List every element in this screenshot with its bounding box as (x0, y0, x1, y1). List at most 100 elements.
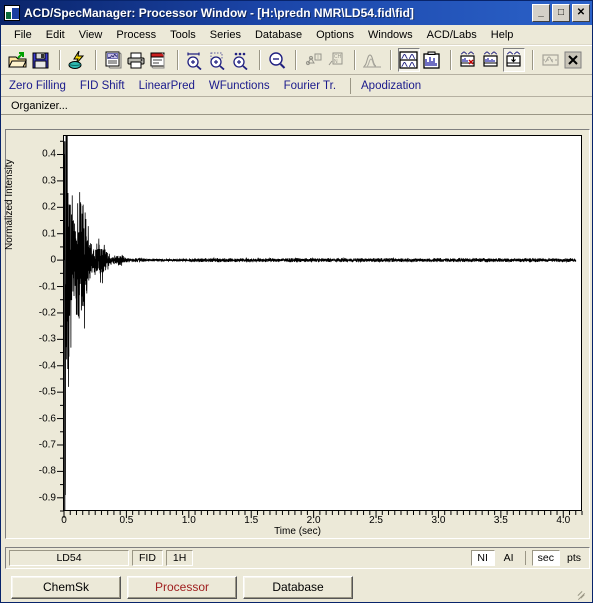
status-indicator-ai[interactable]: AI (497, 550, 521, 566)
status-data-type: FID (132, 550, 163, 566)
resize-grip[interactable] (575, 587, 587, 601)
window-controls: _ □ ✕ (532, 4, 590, 22)
window-title: ACD/SpecManager: Processor Window - [H:\… (24, 6, 532, 20)
status-indicator-sec[interactable]: sec (531, 550, 560, 566)
link-wfunctions[interactable]: WFunctions (209, 80, 270, 92)
x-tick-label: 1.5 (244, 515, 259, 526)
link-apodization[interactable]: Apodization (361, 80, 421, 92)
menu-item-file[interactable]: File (7, 27, 39, 43)
y-axis-ticks (57, 140, 64, 512)
export-report-icon[interactable] (148, 48, 170, 72)
y-tick-label: -0.6 (38, 413, 56, 425)
status-indicator-ni[interactable]: NI (470, 550, 495, 566)
y-tick-label: 0.4 (42, 148, 56, 160)
chn-table-icon[interactable]: CH N (325, 48, 347, 72)
menu-item-help[interactable]: Help (484, 27, 521, 43)
tab-processor[interactable]: Processor (127, 575, 237, 599)
y-tick-label: -0.7 (38, 439, 56, 451)
link-linear-pred[interactable]: LinearPred (139, 80, 195, 92)
menu-item-acdlabs[interactable]: ACD/Labs (420, 27, 484, 43)
zoom-points-icon[interactable] (230, 48, 252, 72)
status-sample-name: LD54 (9, 550, 129, 566)
y-tick-label: 0 (50, 254, 56, 266)
x-tick-label: 0 (61, 515, 67, 526)
menu-item-tools[interactable]: Tools (163, 27, 203, 43)
link-spectra-icon[interactable] (539, 48, 561, 72)
toolbar-separator (174, 49, 181, 71)
toolbar-separator (56, 49, 63, 71)
status-indicator-pts[interactable]: pts (562, 550, 586, 566)
process-link-bar: Zero Filling FID Shift LinearPred WFunct… (1, 75, 592, 97)
spectra-grid-icon[interactable] (397, 48, 420, 72)
toolbar-separator (92, 49, 99, 71)
toolbar-separator (447, 49, 454, 71)
status-separator (524, 551, 526, 565)
module-tab-bar: ChemSk Processor Database (5, 573, 590, 601)
organizer-label[interactable]: Organizer... (11, 100, 68, 112)
title-bar: ACD/SpecManager: Processor Window - [H:\… (1, 1, 592, 25)
link-zero-filling[interactable]: Zero Filling (9, 80, 66, 92)
x-tick-label: 0.5 (119, 515, 134, 526)
x-tick-label: 2.5 (369, 515, 383, 526)
menu-item-windows[interactable]: Windows (361, 27, 420, 43)
zoom-region-icon[interactable] (207, 48, 229, 72)
add-spectrum-icon[interactable] (480, 48, 502, 72)
menu-item-series[interactable]: Series (203, 27, 248, 43)
linkbar-separator (350, 77, 352, 94)
svg-text:N: N (334, 59, 338, 65)
y-tick-label: -0.5 (38, 386, 56, 398)
fid-trace (64, 136, 577, 511)
y-tick-label: -0.1 (38, 281, 56, 293)
zoom-out-icon[interactable] (266, 48, 288, 72)
fid-plot[interactable]: Normalized Intensity Time (sec) 0.4 0.3 0.… (4, 130, 589, 538)
menu-item-database[interactable]: Database (248, 27, 309, 43)
tab-chemsk[interactable]: ChemSk (11, 575, 121, 599)
maximize-button[interactable]: □ (552, 4, 570, 22)
x-tick-label: 3.0 (431, 515, 446, 526)
link-fourier-tr[interactable]: Fourier Tr. (284, 80, 336, 92)
import-spectrum-icon[interactable] (502, 48, 525, 72)
status-nucleus: 1H (165, 550, 194, 566)
process-lightning-icon[interactable] (66, 48, 88, 72)
toolbar-separator (529, 49, 536, 71)
application-window: ACD/SpecManager: Processor Window - [H:\… (0, 0, 593, 603)
open-folder-icon[interactable] (7, 48, 29, 72)
spectrum-single-icon[interactable] (421, 48, 443, 72)
y-tick-label: -0.4 (38, 360, 56, 372)
print-preview-icon[interactable] (102, 48, 124, 72)
toolbar-separator (292, 49, 299, 71)
tab-database[interactable]: Database (243, 575, 353, 599)
y-tick-label: 0.3 (42, 175, 56, 187)
x-tick-label: 3.5 (493, 515, 508, 526)
delete-spectrum-icon[interactable] (457, 48, 479, 72)
toolbar-separator (351, 49, 358, 71)
y-tick-label: -0.8 (38, 465, 56, 477)
printer-icon[interactable] (125, 48, 147, 72)
x-tick-label: 4.0 (556, 515, 571, 526)
y-tick-label: -0.2 (38, 307, 56, 319)
y-tick-label: -0.9 (38, 492, 56, 504)
menu-item-edit[interactable]: Edit (39, 27, 72, 43)
tab-database-label: Database (272, 580, 324, 594)
acd-app-icon (4, 5, 20, 21)
close-document-icon[interactable] (562, 48, 584, 72)
menu-item-process[interactable]: Process (109, 27, 163, 43)
peaks-icon[interactable] (361, 48, 383, 72)
spectrum-client-area: Normalized Intensity Time (sec) 0.4 0.3 0.… (4, 129, 590, 539)
window-title-doc: - [H:\predn NMR\LD54.fid\fid] (246, 6, 414, 20)
menu-item-view[interactable]: View (72, 27, 110, 43)
save-floppy-icon[interactable] (30, 48, 52, 72)
y-tick-label: 0.1 (42, 228, 56, 240)
link-fid-shift[interactable]: FID Shift (80, 80, 125, 92)
minimize-button[interactable]: _ (532, 4, 550, 22)
x-tick-label: 1.0 (181, 515, 196, 526)
tab-processor-label: Processor (154, 580, 210, 594)
organizer-bar: Organizer... (1, 97, 592, 115)
close-button[interactable]: ✕ (572, 4, 590, 22)
toolbar-separator (387, 49, 394, 71)
menu-bar: File Edit View Process Tools Series Data… (1, 25, 592, 45)
toolbar-separator (256, 49, 263, 71)
zoom-horizontal-icon[interactable] (184, 48, 206, 72)
menu-item-options[interactable]: Options (309, 27, 361, 43)
structure-icon[interactable] (302, 48, 324, 72)
